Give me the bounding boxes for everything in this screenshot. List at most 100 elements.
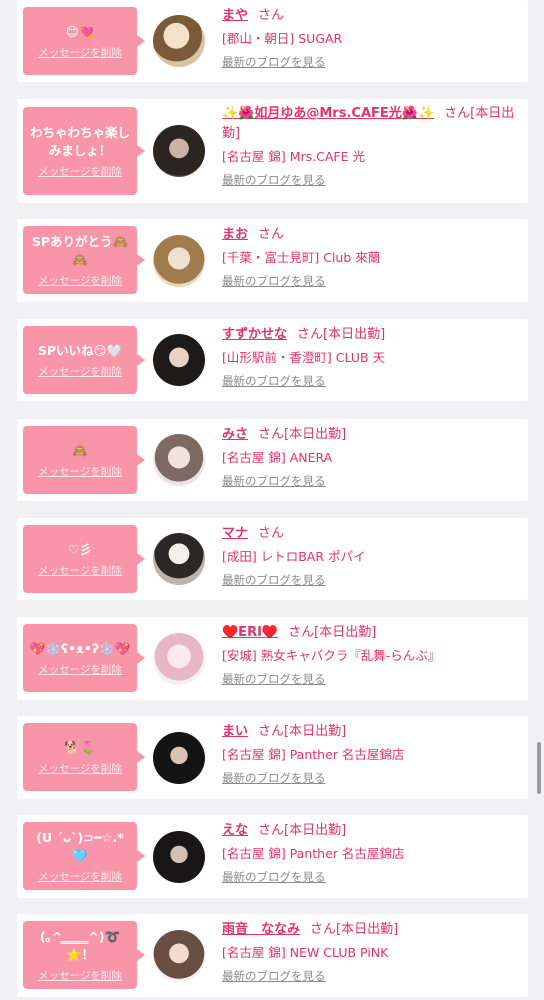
message-text: ♡彡 (68, 541, 92, 557)
latest-blog-link[interactable]: 最新のブログを見る (222, 273, 326, 289)
shop-info: [千葉・富士見町] Club 來蘭 (222, 250, 381, 265)
shop-info: [名古屋 錦] Panther 名古屋錦店 (222, 846, 405, 861)
cast-info: まお さん [千葉・富士見町] Club 來蘭 最新のブログを見る (222, 225, 520, 289)
delete-message-link[interactable]: メッセージを削除 (38, 273, 122, 288)
honorific: さん (258, 8, 285, 23)
attendance-status: [本日出勤] (284, 823, 347, 838)
avatar[interactable] (153, 235, 205, 287)
cast-name-link[interactable]: まお (222, 227, 248, 242)
delete-message-link[interactable]: メッセージを削除 (38, 164, 122, 179)
latest-blog-link[interactable]: 最新のブログを見る (222, 572, 326, 588)
name-line: マナ さん (222, 524, 520, 544)
latest-blog-link[interactable]: 最新のブログを見る (222, 671, 326, 687)
cast-info: まや さん [郡山・朝日] SUGAR 最新のブログを見る (222, 6, 520, 70)
honorific: さん (258, 724, 285, 739)
honorific: さん (258, 526, 285, 541)
message-text: (｡^ ̳ ̳ ̳̳ ̳ ̳ ̳^)➰⭐！ (39, 928, 121, 962)
honorific: さん (258, 227, 285, 242)
scrollbar[interactable] (537, 742, 541, 794)
honorific: さん (444, 106, 471, 121)
delete-message-link[interactable]: メッセージを削除 (38, 45, 122, 60)
cast-info: すずかせな さん[本日出勤] [山形駅前・香澄町] CLUB 天 最新のブログを見… (222, 325, 520, 389)
avatar[interactable] (153, 633, 205, 685)
name-line: えな さん[本日出勤] (222, 821, 520, 841)
name-line: まい さん[本日出勤] (222, 722, 520, 742)
honorific: さん (297, 327, 324, 342)
delete-message-link[interactable]: メッセージを削除 (38, 364, 122, 379)
name-line: みさ さん[本日出勤] (222, 425, 520, 445)
list-item: (｡^ ̳ ̳ ̳̳ ̳ ̳ ̳^)➰⭐！ メッセージを削除 雨音 ななみ さん[… (17, 914, 528, 997)
list-item: ♡彡 メッセージを削除 マナ さん [成田] レトロBAR ポパイ 最新のブログを… (17, 518, 528, 600)
avatar[interactable] (153, 533, 205, 585)
cast-name-link[interactable]: 雨音 ななみ (222, 922, 300, 937)
honorific: さん (258, 427, 285, 442)
message-bubble: SPありがとう🙈🙈 メッセージを削除 (23, 226, 145, 294)
list-item: わちゃわちゃ楽しみましょ！ メッセージを削除 ✨🌺如月ゆあ@Mrs.CAFE光🌺… (17, 99, 528, 203)
cast-name-link[interactable]: ♥️ERI♥️ (222, 625, 278, 640)
message-text: 🐕🌷 (64, 739, 96, 755)
latest-blog-link[interactable]: 最新のブログを見る (222, 770, 326, 786)
message-bubble: 🙈 メッセージを削除 (23, 426, 145, 494)
attendance-status: [本日出勤] (314, 625, 377, 640)
cast-name-link[interactable]: えな (222, 823, 248, 838)
message-text: SPいいね😏🤍 (37, 342, 123, 358)
cast-name-link[interactable]: みさ (222, 427, 248, 442)
cast-name-link[interactable]: まい (222, 724, 248, 739)
list-item: 🐕🌷 メッセージを削除 まい さん[本日出勤] [名古屋 錦] Panther 名… (17, 716, 528, 799)
avatar[interactable] (153, 831, 205, 883)
message-bubble: 💖❄️ʕ•ᴥ•ʔ❄️💖 メッセージを削除 (23, 624, 145, 692)
cast-info: みさ さん[本日出勤] [名古屋 錦] ANERA 最新のブログを見る (222, 425, 520, 489)
latest-blog-link[interactable]: 最新のブログを見る (222, 172, 326, 188)
name-line: 雨音 ななみ さん[本日出勤] (222, 920, 520, 940)
latest-blog-link[interactable]: 最新のブログを見る (222, 869, 326, 885)
shop-info: [名古屋 錦] Mrs.CAFE 光 (222, 149, 365, 164)
latest-blog-link[interactable]: 最新のブログを見る (222, 373, 326, 389)
shop-info: [名古屋 錦] Panther 名古屋錦店 (222, 747, 405, 762)
delete-message-link[interactable]: メッセージを削除 (38, 563, 122, 578)
delete-message-link[interactable]: メッセージを削除 (38, 662, 122, 677)
list-item: 💖❄️ʕ•ᴥ•ʔ❄️💖 メッセージを削除 ♥️ERI♥️ さん[本日出勤] [安城… (17, 617, 528, 700)
latest-blog-link[interactable]: 最新のブログを見る (222, 473, 326, 489)
delete-message-link[interactable]: メッセージを削除 (38, 968, 122, 983)
avatar[interactable] (153, 15, 205, 67)
honorific: さん (310, 922, 337, 937)
shop-info: [安城] 熟女キャバクラ『乱舞-らんぶ』 (222, 648, 441, 663)
attendance-status: [本日出勤] (323, 327, 386, 342)
cast-name-link[interactable]: まや (222, 8, 248, 23)
message-bubble: ♡彡 メッセージを削除 (23, 525, 145, 593)
cast-name-link[interactable]: マナ (222, 526, 248, 541)
message-bubble: (｡^ ̳ ̳ ̳̳ ̳ ̳ ̳^)➰⭐！ メッセージを削除 (23, 921, 145, 989)
list-item: 😊💘 メッセージを削除 まや さん [郡山・朝日] SUGAR 最新のブログを見る (17, 0, 528, 82)
cast-info: マナ さん [成田] レトロBAR ポパイ 最新のブログを見る (222, 524, 520, 588)
delete-message-link[interactable]: メッセージを削除 (38, 761, 122, 776)
avatar[interactable] (153, 732, 205, 784)
shop-info: [郡山・朝日] SUGAR (222, 31, 343, 46)
message-bubble: 😊💘 メッセージを削除 (23, 7, 145, 75)
honorific: さん (258, 823, 285, 838)
message-bubble: 🐕🌷 メッセージを削除 (23, 723, 145, 791)
cast-name-link[interactable]: ✨🌺如月ゆあ@Mrs.CAFE光🌺✨ (222, 106, 434, 121)
avatar[interactable] (153, 125, 205, 177)
delete-message-link[interactable]: メッセージを削除 (38, 464, 122, 479)
avatar[interactable] (153, 434, 205, 486)
cast-name-link[interactable]: すずかせな (222, 327, 287, 342)
message-bubble: SPいいね😏🤍 メッセージを削除 (23, 326, 145, 394)
cast-info: ♥️ERI♥️ さん[本日出勤] [安城] 熟女キャバクラ『乱舞-らんぶ』 最新の… (222, 623, 520, 687)
shop-info: [山形駅前・香澄町] CLUB 天 (222, 350, 385, 365)
latest-blog-link[interactable]: 最新のブログを見る (222, 54, 326, 70)
avatar[interactable] (153, 334, 205, 386)
shop-info: [名古屋 錦] ANERA (222, 450, 333, 465)
honorific: さん (288, 625, 315, 640)
name-line: ♥️ERI♥️ さん[本日出勤] (222, 623, 520, 643)
cast-info: まい さん[本日出勤] [名古屋 錦] Panther 名古屋錦店 最新のブログを… (222, 722, 520, 786)
delete-message-link[interactable]: メッセージを削除 (38, 869, 122, 884)
latest-blog-link[interactable]: 最新のブログを見る (222, 968, 326, 984)
shop-info: [成田] レトロBAR ポパイ (222, 549, 366, 564)
message-text: わちゃわちゃ楽しみましょ！ (29, 124, 130, 158)
list-item: SPいいね😏🤍 メッセージを削除 すずかせな さん[本日出勤] [山形駅前・香澄町… (17, 319, 528, 401)
name-line: すずかせな さん[本日出勤] (222, 325, 520, 345)
avatar[interactable] (153, 930, 205, 982)
name-line: まや さん (222, 6, 520, 26)
message-bubble: (U ´ᴗ`)⊃━☆.*🩵 メッセージを削除 (23, 822, 145, 890)
message-text: (U ´ᴗ`)⊃━☆.*🩵 (36, 829, 124, 863)
